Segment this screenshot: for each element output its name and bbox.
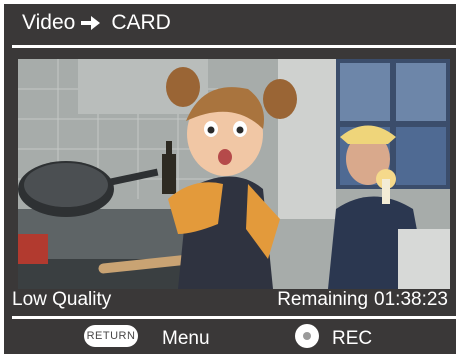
source-label: Video [22, 11, 76, 34]
rec-label: REC [332, 328, 373, 349]
video-preview [18, 59, 450, 289]
remaining-label: Remaining [277, 289, 369, 310]
return-button[interactable]: RETURN [84, 325, 138, 347]
quality-label: Low Quality [12, 289, 112, 310]
menu-label: Menu [162, 328, 210, 349]
status-bar: Low Quality Remaining 01:38:23 [4, 285, 456, 313]
rec-dot-icon [303, 332, 311, 340]
copy-header: Video CARD [4, 4, 456, 42]
right-arrow-icon [81, 15, 101, 31]
copy-screen: Video CARD Low Quality Remaining 01:38:2… [4, 4, 456, 354]
destination-label: CARD [111, 11, 171, 34]
remaining-value: 01:38:23 [374, 289, 448, 310]
header-divider [12, 45, 456, 48]
remaining-time: Remaining 01:38:23 [277, 289, 448, 311]
footer-bar: RETURN Menu REC [4, 322, 456, 354]
footer-divider [12, 316, 456, 319]
rec-button[interactable] [295, 324, 319, 348]
